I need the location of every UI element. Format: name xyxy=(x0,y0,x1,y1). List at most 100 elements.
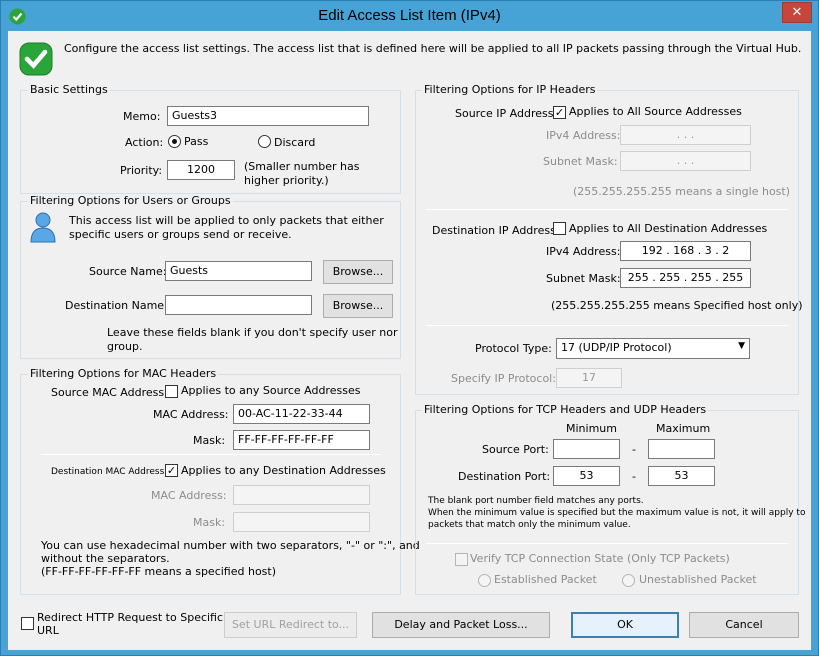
destination-subnet-mask-input[interactable]: 255 . 255 . 255 . 255 xyxy=(620,268,751,288)
destination-ip-all-checkbox[interactable] xyxy=(553,222,566,235)
source-subnet-mask-label: Subnet Mask: xyxy=(543,155,618,168)
destination-mac-mask-input xyxy=(233,512,370,532)
tcp-separator xyxy=(426,543,788,544)
destination-ip-label: Destination IP Address: xyxy=(432,224,560,237)
source-mac-mask-label: Mask: xyxy=(193,434,226,447)
redirect-http-checkbox[interactable] xyxy=(21,617,34,630)
source-mac-label: Source MAC Address: xyxy=(51,386,168,399)
source-ip-label: Source IP Address: xyxy=(455,107,558,120)
priority-label: Priority: xyxy=(120,164,163,177)
verify-tcp-state-label: Verify TCP Connection State (Only TCP Pa… xyxy=(470,552,730,565)
mac-separator xyxy=(41,454,381,455)
destination-mac-label: Destination MAC Address: xyxy=(51,467,168,477)
mac-hint-line1: You can use hexadecimal number with two … xyxy=(41,539,420,552)
source-subnet-mask-input: . . . xyxy=(620,151,751,171)
destination-port-min-input[interactable]: 53 xyxy=(553,466,620,486)
users-groups-label: Filtering Options for Users or Groups xyxy=(28,194,233,207)
established-packet-label: Established Packet xyxy=(494,573,597,586)
source-mac-address-input[interactable]: 00-AC-11-22-33-44 xyxy=(233,404,370,424)
port-hint-line2: When the minimum value is specified but … xyxy=(428,508,806,518)
ok-button[interactable]: OK xyxy=(571,612,679,638)
destination-subnet-mask-label: Subnet Mask: xyxy=(546,272,621,285)
basic-settings-label: Basic Settings xyxy=(28,83,110,96)
unestablished-packet-label: Unestablished Packet xyxy=(639,573,757,586)
action-label: Action: xyxy=(125,136,164,149)
source-port-dash: - xyxy=(632,443,636,456)
destination-ip-all-label: Applies to All Destination Addresses xyxy=(569,222,768,235)
header-description: Configure the access list settings. The … xyxy=(64,42,802,55)
verify-tcp-state-checkbox xyxy=(455,553,468,566)
specify-ip-protocol-input: 17 xyxy=(556,368,622,388)
ip-headers-label: Filtering Options for IP Headers xyxy=(422,83,598,96)
title-bar[interactable]: Edit Access List Item (IPv4) ✕ xyxy=(1,1,818,31)
source-ip-hint: (255.255.255.255 means a single host) xyxy=(573,185,791,198)
destination-ip-hint: (255.255.255.255 means Specified host on… xyxy=(551,299,803,312)
source-name-label: Source Name: xyxy=(89,265,167,278)
destination-mac-address-input xyxy=(233,485,370,505)
port-hint-line3: packets that match only the minimum valu… xyxy=(428,520,631,530)
source-name-input[interactable]: Guests xyxy=(165,261,312,281)
delay-packet-loss-button[interactable]: Delay and Packet Loss... xyxy=(372,612,550,638)
mac-headers-label: Filtering Options for MAC Headers xyxy=(28,367,219,380)
port-minimum-label: Minimum xyxy=(566,422,617,435)
close-button[interactable]: ✕ xyxy=(782,2,812,23)
discard-radio[interactable] xyxy=(258,135,271,148)
destination-name-input[interactable] xyxy=(165,295,312,315)
destination-browse-button[interactable]: Browse... xyxy=(323,294,393,318)
port-maximum-label: Maximum xyxy=(656,422,711,435)
source-browse-button[interactable]: Browse... xyxy=(323,260,393,284)
destination-port-max-input[interactable]: 53 xyxy=(648,466,715,486)
source-ip-all-label: Applies to All Source Addresses xyxy=(569,105,742,118)
destination-port-label: Destination Port: xyxy=(458,470,551,483)
source-mac-mask-input[interactable]: FF-FF-FF-FF-FF-FF xyxy=(233,430,370,450)
pass-radio[interactable] xyxy=(168,135,181,148)
destination-name-label: Destination Name: xyxy=(65,299,168,312)
source-ip-all-checkbox[interactable]: ✓ xyxy=(553,106,566,119)
users-desc-line2: specific users or groups send or receive… xyxy=(69,228,292,241)
memo-label: Memo: xyxy=(123,110,161,123)
destination-ipv4-input[interactable]: 192 . 168 . 3 . 2 xyxy=(620,241,751,261)
redirect-http-label-line2: URL xyxy=(37,624,59,637)
destination-port-dash: - xyxy=(632,470,636,483)
source-mac-address-label: MAC Address: xyxy=(153,408,229,421)
user-icon xyxy=(30,212,56,243)
chevron-down-icon: ▼ xyxy=(738,341,745,351)
source-ipv4-input: . . . xyxy=(620,125,751,145)
mac-hint-line3: (FF-FF-FF-FF-FF-FF means a specified hos… xyxy=(41,565,277,578)
source-port-max-input[interactable] xyxy=(648,439,715,459)
source-mac-any-label: Applies to any Source Addresses xyxy=(181,384,361,397)
pass-label: Pass xyxy=(184,135,209,148)
destination-mac-address-label: MAC Address: xyxy=(151,489,227,502)
source-port-label: Source Port: xyxy=(482,443,549,456)
users-hint-line2: group. xyxy=(107,340,143,353)
source-port-min-input[interactable] xyxy=(553,439,620,459)
destination-mac-any-checkbox[interactable]: ✓ xyxy=(165,464,178,477)
port-hint-line1: The blank port number field matches any … xyxy=(428,496,644,506)
unestablished-packet-radio xyxy=(622,574,635,587)
specify-ip-protocol-label: Specify IP Protocol: xyxy=(451,372,556,385)
ip-separator-2 xyxy=(426,325,788,326)
priority-hint-line2: higher priority.) xyxy=(244,174,329,187)
set-url-redirect-button: Set URL Redirect to... xyxy=(224,612,357,638)
dialog-window: Edit Access List Item (IPv4) ✕ Configure… xyxy=(0,0,819,656)
mac-hint-line2: without the separators. xyxy=(41,552,170,565)
established-packet-radio xyxy=(478,574,491,587)
protocol-type-label: Protocol Type: xyxy=(475,342,552,355)
protocol-type-select[interactable]: 17 (UDP/IP Protocol) ▼ xyxy=(556,338,750,359)
source-ipv4-label: IPv4 Address: xyxy=(546,129,621,142)
destination-mac-mask-label: Mask: xyxy=(193,516,226,529)
destination-mac-any-label: Applies to any Destination Addresses xyxy=(181,464,386,477)
redirect-http-label-line1: Redirect HTTP Request to Specific xyxy=(37,611,224,624)
discard-label: Discard xyxy=(274,136,316,149)
users-desc-line1: This access list will be applied to only… xyxy=(69,214,384,227)
memo-input[interactable]: Guests3 xyxy=(167,106,369,126)
source-mac-any-checkbox[interactable] xyxy=(165,385,178,398)
tcp-udp-headers-label: Filtering Options for TCP Headers and UD… xyxy=(422,403,709,416)
priority-input[interactable]: 1200 xyxy=(167,160,235,180)
users-hint-line1: Leave these fields blank if you don't sp… xyxy=(107,326,398,339)
destination-ipv4-label: IPv4 Address: xyxy=(546,245,621,258)
cancel-button[interactable]: Cancel xyxy=(689,612,799,638)
priority-hint-line1: (Smaller number has xyxy=(244,160,360,173)
protocol-type-value: 17 (UDP/IP Protocol) xyxy=(561,341,672,354)
ip-separator-1 xyxy=(426,209,788,210)
